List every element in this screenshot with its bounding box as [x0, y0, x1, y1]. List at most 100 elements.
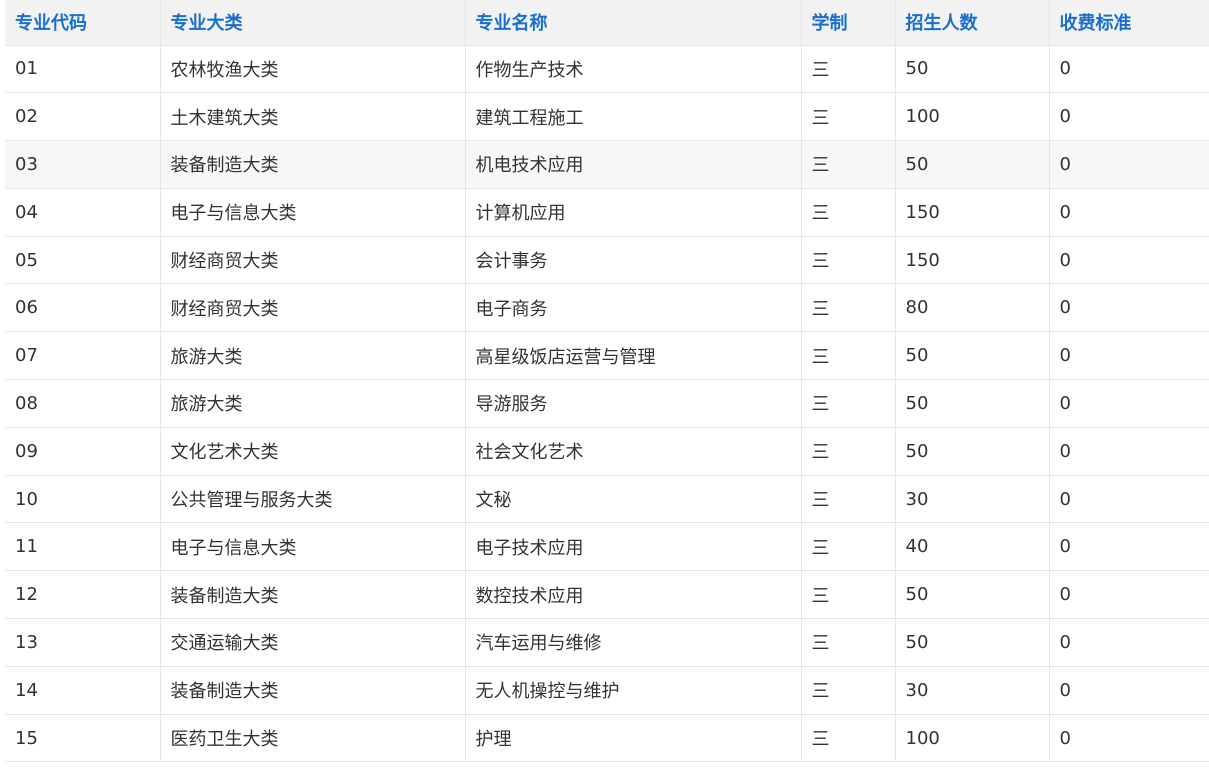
- table-row: 01 农林牧渔大类 作物生产技术三 50 0: [5, 45, 1209, 94]
- cell-code: 13: [5, 618, 160, 667]
- cell-tuition: 0: [1048, 45, 1209, 94]
- table-row: 09 文化艺术大类 社会文化艺术三 50 0: [5, 427, 1209, 476]
- cell-name: 高星级饭店运营与管理: [464, 331, 801, 381]
- cell-category: 交通运输大类: [159, 618, 465, 667]
- cell-tuition: 0: [1048, 475, 1209, 524]
- cell-tuition: 0: [1048, 331, 1209, 381]
- cell-tuition: 0: [1048, 140, 1209, 189]
- table-header: 专业代码 专业大类 专业名称 学制 招生人数 收费标准: [5, 0, 1209, 46]
- table-row: 15 医药卫生大类 护理三 100 0: [5, 714, 1209, 763]
- cell-duration: 三: [800, 618, 895, 667]
- cell-name: 建筑工程施工: [464, 92, 801, 142]
- cell-tuition: 0: [1048, 522, 1209, 572]
- table-row: 07 旅游大类 高星级饭店运营与管理三 50 0: [5, 331, 1209, 381]
- header-enrollment: 招生人数: [894, 0, 1049, 46]
- cell-code: 14: [5, 666, 160, 715]
- cell-code: 05: [5, 236, 160, 285]
- cell-enrollment: 100: [894, 714, 1049, 763]
- cell-enrollment: 100: [894, 92, 1049, 142]
- cell-category: 装备制造大类: [159, 140, 465, 189]
- cell-enrollment: 50: [894, 427, 1049, 476]
- table-row: 12 装备制造大类 数控技术应用三 50 0: [5, 570, 1209, 620]
- cell-category: 电子与信息大类: [159, 188, 465, 237]
- header-row: 专业代码 专业大类 专业名称 学制 招生人数 收费标准: [5, 0, 1209, 46]
- cell-category: 文化艺术大类: [159, 427, 465, 476]
- cell-duration: 三: [800, 188, 895, 237]
- cell-tuition: 0: [1048, 618, 1209, 667]
- cell-tuition: 0: [1048, 666, 1209, 715]
- cell-name: 计算机应用: [464, 188, 801, 237]
- table-row: 02 土木建筑大类 建筑工程施工三 100 0: [5, 92, 1209, 142]
- cell-name: 电子技术应用: [464, 522, 801, 572]
- table-row: 10 公共管理与服务大类 文秘三 30 0: [5, 475, 1209, 524]
- cell-code: 02: [5, 92, 160, 142]
- enrollment-table-container: 专业代码 专业大类 专业名称 学制 招生人数 收费标准 01 农林牧渔大类 作物生产…: [5, 0, 1209, 763]
- cell-duration: 三: [800, 236, 895, 285]
- cell-duration: 三: [800, 522, 895, 572]
- cell-code: 12: [5, 570, 160, 620]
- cell-duration: 三: [800, 45, 895, 94]
- table-row: 08 旅游大类 导游服务三 50 0: [5, 379, 1209, 428]
- cell-code: 15: [5, 714, 160, 763]
- table-row: 14 装备制造大类 无人机操控与维护三 30 0: [5, 666, 1209, 715]
- cell-name: 会计事务: [464, 236, 801, 285]
- header-tuition: 收费标准: [1048, 0, 1209, 46]
- header-major-category: 专业大类: [159, 0, 465, 46]
- cell-enrollment: 30: [894, 666, 1049, 715]
- cell-duration: 三: [800, 283, 895, 333]
- cell-code: 07: [5, 331, 160, 381]
- cell-enrollment: 40: [894, 522, 1049, 572]
- cell-code: 10: [5, 475, 160, 524]
- cell-name: 社会文化艺术: [464, 427, 801, 476]
- cell-name: 机电技术应用: [464, 140, 801, 189]
- cell-code: 09: [5, 427, 160, 476]
- cell-category: 财经商贸大类: [159, 236, 465, 285]
- cell-code: 01: [5, 45, 160, 94]
- cell-duration: 三: [800, 475, 895, 524]
- cell-duration: 三: [800, 379, 895, 428]
- table-row: 11 电子与信息大类 电子技术应用三 40 0: [5, 522, 1209, 572]
- cell-enrollment: 50: [894, 618, 1049, 667]
- cell-duration: 三: [800, 427, 895, 476]
- cell-category: 旅游大类: [159, 331, 465, 381]
- cell-category: 装备制造大类: [159, 570, 465, 620]
- cell-enrollment: 50: [894, 379, 1049, 428]
- cell-code: 03: [5, 140, 160, 189]
- cell-category: 电子与信息大类: [159, 522, 465, 572]
- header-major-name: 专业名称: [464, 0, 801, 46]
- cell-name: 电子商务: [464, 283, 801, 333]
- cell-tuition: 0: [1048, 714, 1209, 763]
- header-duration: 学制: [800, 0, 895, 46]
- cell-code: 11: [5, 522, 160, 572]
- cell-name: 数控技术应用: [464, 570, 801, 620]
- cell-category: 财经商贸大类: [159, 283, 465, 333]
- cell-tuition: 0: [1048, 188, 1209, 237]
- cell-tuition: 0: [1048, 92, 1209, 142]
- table-body: 01 农林牧渔大类 作物生产技术三 50 0 02 土木建筑大类 建筑工程施工三 100 0 0…: [5, 45, 1209, 763]
- cell-tuition: 0: [1048, 236, 1209, 285]
- cell-enrollment: 50: [894, 140, 1049, 189]
- cell-tuition: 0: [1048, 283, 1209, 333]
- cell-name: 作物生产技术: [464, 45, 801, 94]
- cell-category: 农林牧渔大类: [159, 45, 465, 94]
- cell-duration: 三: [800, 140, 895, 189]
- cell-name: 无人机操控与维护: [464, 666, 801, 715]
- table-row: 13 交通运输大类 汽车运用与维修三 50 0: [5, 618, 1209, 667]
- cell-category: 医药卫生大类: [159, 714, 465, 763]
- cell-duration: 三: [800, 331, 895, 381]
- cell-duration: 三: [800, 714, 895, 763]
- table-row: 06 财经商贸大类 电子商务三 80 0: [5, 283, 1209, 333]
- cell-category: 旅游大类: [159, 379, 465, 428]
- cell-enrollment: 150: [894, 188, 1049, 237]
- cell-tuition: 0: [1048, 427, 1209, 476]
- cell-tuition: 0: [1048, 379, 1209, 428]
- cell-enrollment: 50: [894, 45, 1049, 94]
- table-row: 04 电子与信息大类 计算机应用三 150 0: [5, 188, 1209, 237]
- header-major-code: 专业代码: [5, 0, 160, 46]
- cell-category: 土木建筑大类: [159, 92, 465, 142]
- cell-category: 公共管理与服务大类: [159, 475, 465, 524]
- cell-name: 文秘: [464, 475, 801, 524]
- cell-category: 装备制造大类: [159, 666, 465, 715]
- enrollment-table: 专业代码 专业大类 专业名称 学制 招生人数 收费标准 01 农林牧渔大类 作物生产…: [5, 0, 1209, 763]
- cell-name: 护理: [464, 714, 801, 763]
